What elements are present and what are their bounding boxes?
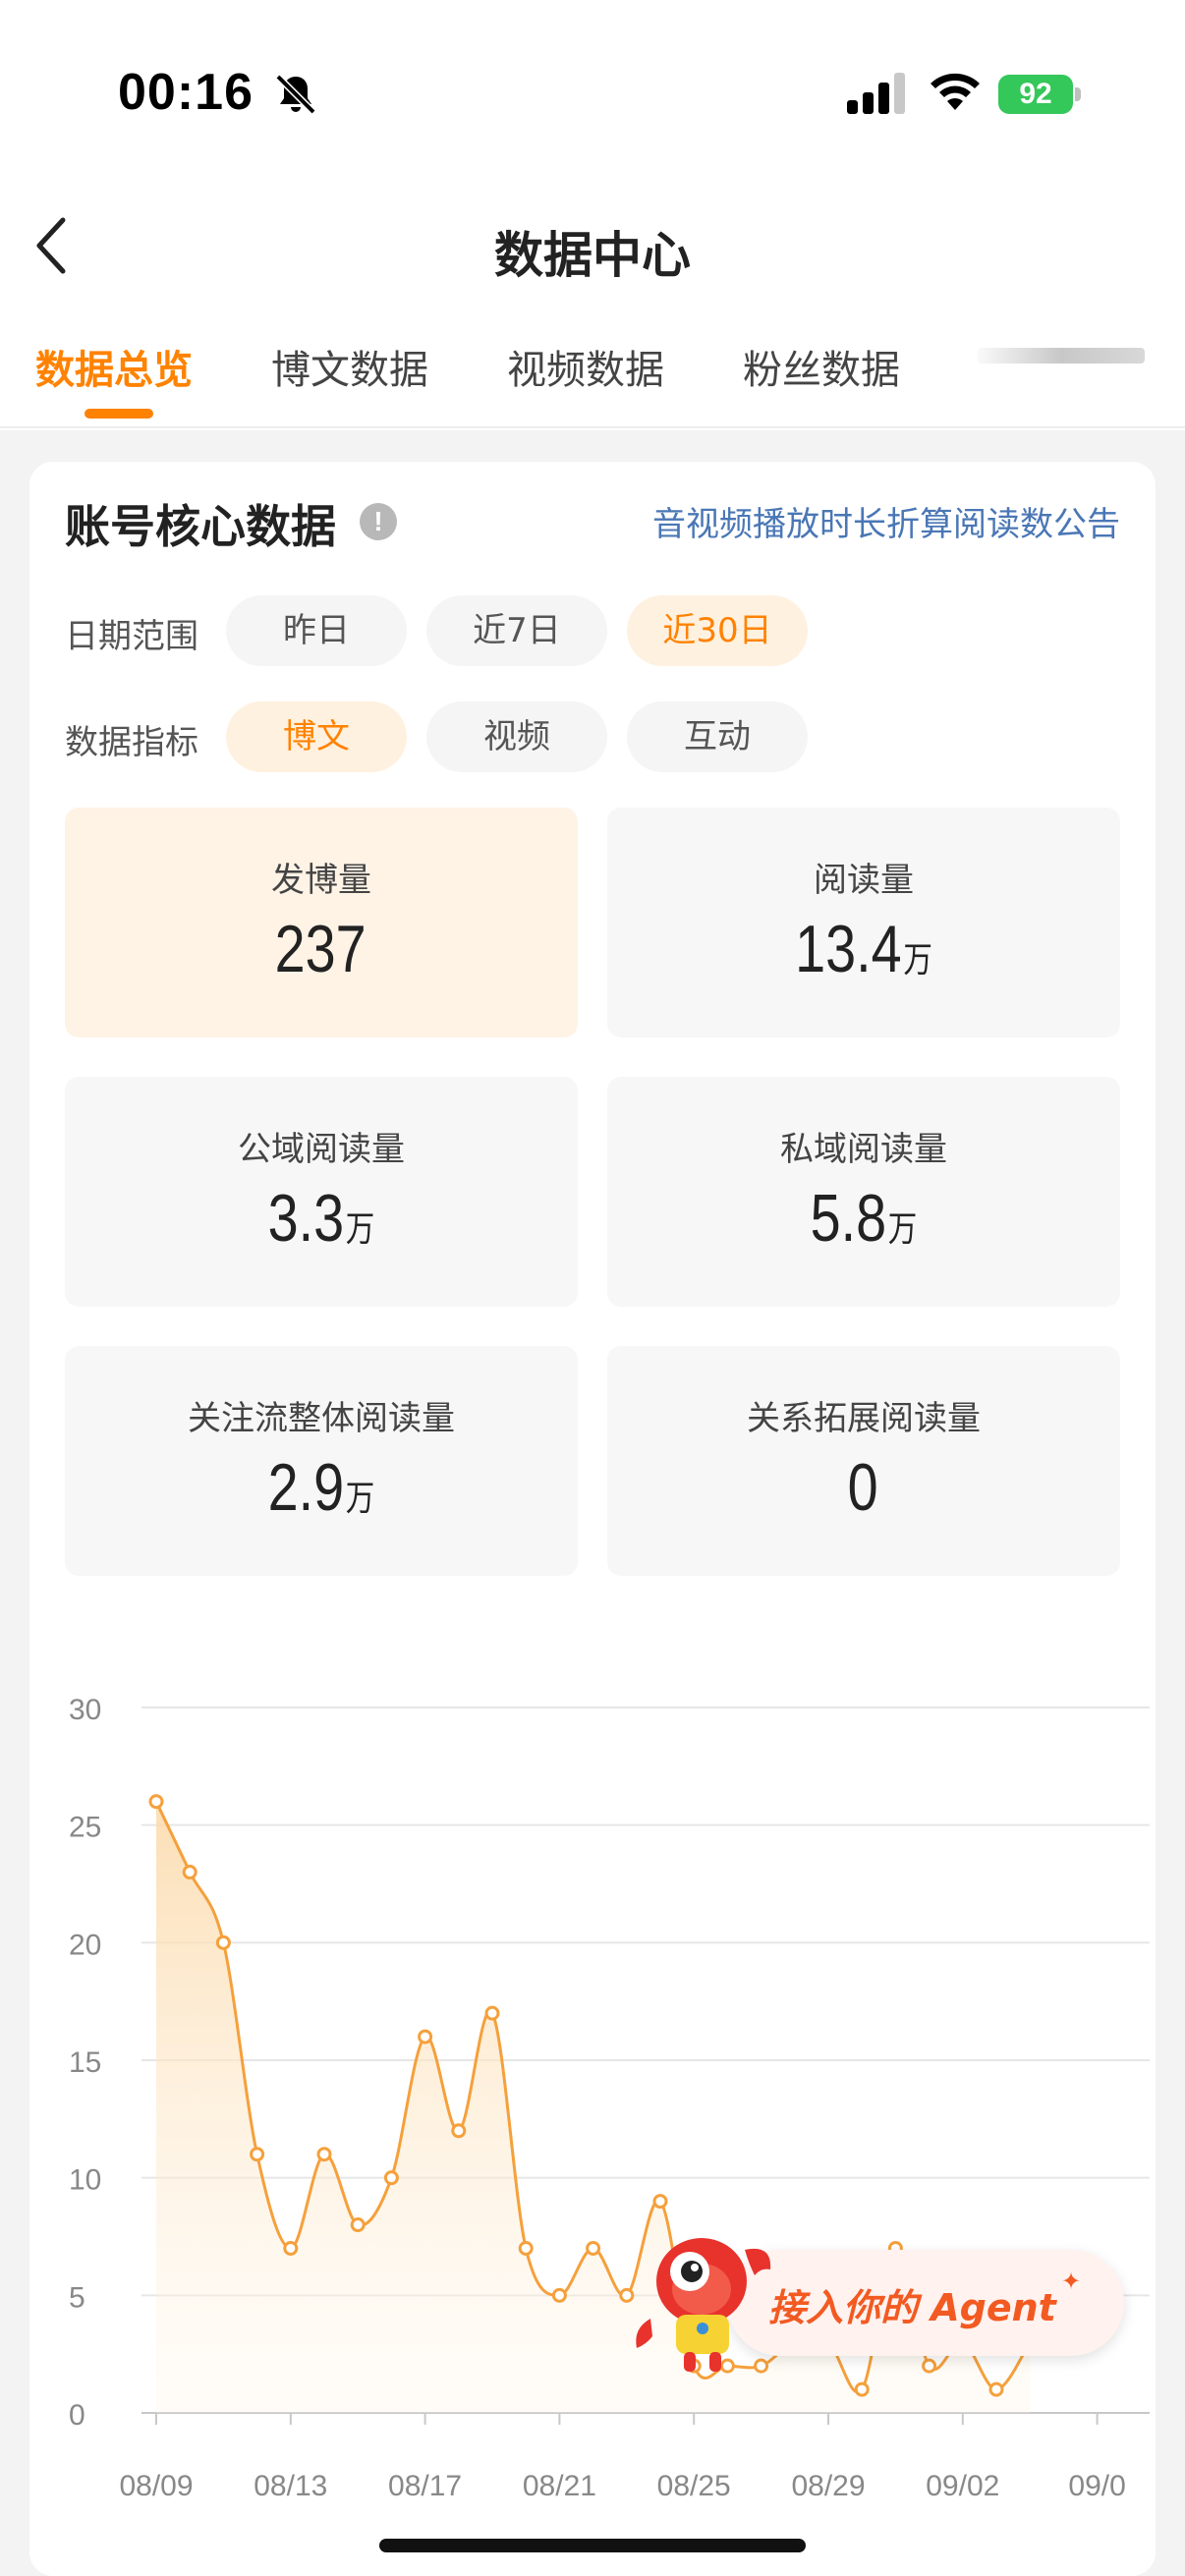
battery-icon: 92 bbox=[998, 75, 1081, 118]
card-title: 账号核心数据 bbox=[65, 500, 336, 553]
tab-post-data[interactable]: 博文数据 bbox=[271, 338, 428, 395]
data-point[interactable] bbox=[250, 2147, 265, 2162]
chip-7-days[interactable]: 近7日 bbox=[426, 595, 607, 666]
tab-overflow-fade[interactable] bbox=[978, 348, 1145, 364]
metric-label: 发博量 bbox=[271, 861, 371, 900]
metric-value: 0 bbox=[847, 1450, 878, 1525]
metric-value: 5.8万 bbox=[810, 1181, 918, 1256]
metric-label: 关注流整体阅读量 bbox=[188, 1399, 455, 1438]
wifi-icon bbox=[931, 73, 980, 110]
data-point[interactable] bbox=[922, 2358, 937, 2374]
status-bar: 00:16 92 bbox=[0, 0, 1185, 167]
data-point[interactable] bbox=[586, 2240, 601, 2256]
x-tick-label: 08/09 bbox=[119, 2470, 193, 2502]
metric-value: 237 bbox=[274, 912, 367, 986]
x-tick-label: 08/21 bbox=[523, 2470, 596, 2502]
data-point[interactable] bbox=[484, 2005, 500, 2021]
metric-value: 13.4万 bbox=[795, 912, 932, 986]
x-tick-label: 08/17 bbox=[388, 2470, 462, 2502]
metric-private-reads[interactable]: 私域阅读量 5.8万 bbox=[607, 1077, 1120, 1307]
x-tick-label: 08/29 bbox=[791, 2470, 865, 2502]
metric-follow-feed-reads[interactable]: 关注流整体阅读量 2.9万 bbox=[65, 1346, 578, 1576]
data-point[interactable] bbox=[148, 1794, 164, 1810]
nav-header: 数据中心 bbox=[0, 187, 1185, 305]
metric-label: 关系拓展阅读量 bbox=[747, 1399, 981, 1438]
x-tick-label: 08/13 bbox=[254, 2470, 327, 2502]
chip-video[interactable]: 视频 bbox=[426, 701, 607, 772]
data-point[interactable] bbox=[215, 1934, 231, 1950]
cellular-signal-icon bbox=[847, 73, 905, 114]
data-point[interactable] bbox=[652, 2194, 668, 2210]
metric-public-reads[interactable]: 公域阅读量 3.3万 bbox=[65, 1077, 578, 1307]
tab-video-data[interactable]: 视频数据 bbox=[507, 338, 664, 395]
status-time: 00:16 bbox=[118, 64, 254, 121]
agent-banner-text: 接入你的 Agent bbox=[768, 2286, 1056, 2329]
metric-label: 公域阅读量 bbox=[238, 1130, 405, 1169]
notice-link[interactable]: 音视频播放时长折算阅读数公告 bbox=[652, 497, 1120, 545]
data-point[interactable] bbox=[182, 1865, 198, 1880]
y-tick-label: 10 bbox=[69, 2164, 101, 2197]
tab-overview[interactable]: 数据总览 bbox=[35, 338, 193, 395]
battery-level: 92 bbox=[998, 75, 1073, 114]
metric-posts-count[interactable]: 发博量 237 bbox=[65, 808, 578, 1037]
data-point[interactable] bbox=[418, 2029, 433, 2044]
chip-30-days[interactable]: 近30日 bbox=[627, 595, 808, 666]
metric-label: 阅读量 bbox=[814, 861, 914, 900]
data-point[interactable] bbox=[283, 2240, 299, 2256]
y-tick-label: 15 bbox=[69, 2046, 101, 2079]
data-point[interactable] bbox=[451, 2123, 467, 2139]
data-point[interactable] bbox=[316, 2147, 332, 2162]
tab-bar: 数据总览 博文数据 视频数据 粉丝数据 bbox=[0, 324, 1185, 428]
y-tick-label: 5 bbox=[69, 2281, 85, 2314]
data-point[interactable] bbox=[988, 2381, 1004, 2397]
date-range-label: 日期范围 bbox=[65, 617, 198, 656]
data-point[interactable] bbox=[854, 2381, 870, 2397]
y-tick-label: 0 bbox=[69, 2399, 85, 2432]
data-point[interactable] bbox=[551, 2287, 567, 2303]
metric-reads[interactable]: 阅读量 13.4万 bbox=[607, 808, 1120, 1037]
page-title: 数据中心 bbox=[494, 227, 691, 284]
info-icon[interactable]: ! bbox=[360, 503, 397, 540]
y-tick-label: 25 bbox=[69, 1812, 101, 1844]
data-point[interactable] bbox=[383, 2170, 399, 2186]
x-tick-label: 08/25 bbox=[657, 2470, 731, 2502]
data-point[interactable] bbox=[518, 2240, 534, 2256]
mascot-icon[interactable] bbox=[629, 2220, 776, 2376]
home-indicator[interactable] bbox=[379, 2539, 806, 2552]
agent-banner[interactable]: 接入你的 Agent ✦ bbox=[727, 2250, 1124, 2356]
chip-posts[interactable]: 博文 bbox=[226, 701, 407, 772]
metric-type-label: 数据指标 bbox=[65, 723, 198, 762]
y-tick-label: 20 bbox=[69, 1929, 101, 1961]
data-point[interactable] bbox=[350, 2217, 366, 2233]
sparkle-icon: ✦ bbox=[1061, 2268, 1082, 2295]
metric-label: 私域阅读量 bbox=[780, 1130, 947, 1169]
chip-yesterday[interactable]: 昨日 bbox=[226, 595, 407, 666]
metric-value: 2.9万 bbox=[267, 1450, 375, 1525]
bell-muted-icon bbox=[275, 74, 316, 115]
tab-active-indicator bbox=[85, 409, 153, 419]
chip-interaction[interactable]: 互动 bbox=[627, 701, 808, 772]
metric-relation-reads[interactable]: 关系拓展阅读量 0 bbox=[607, 1346, 1120, 1576]
x-tick-label: 09/02 bbox=[926, 2470, 999, 2502]
tab-fans-data[interactable]: 粉丝数据 bbox=[743, 338, 900, 395]
posts-trend-chart: 0 5 10 15 20 25 30 08/09 08/13 08/17 08/21 08/25 08… bbox=[69, 1694, 1150, 2502]
y-tick-label: 30 bbox=[69, 1694, 101, 1726]
x-tick-label: 09/0 bbox=[1068, 2470, 1125, 2502]
metric-value: 3.3万 bbox=[267, 1181, 375, 1256]
